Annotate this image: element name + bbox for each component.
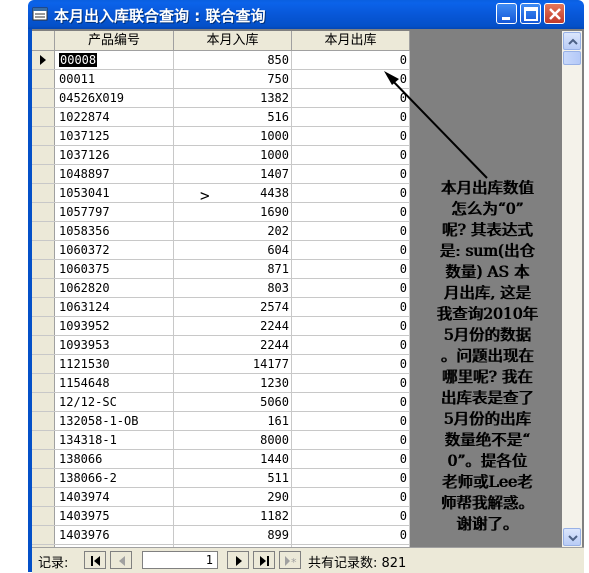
annotation-line: 月出库, 这是 [443, 284, 531, 302]
annotation-line: 呢? 其表达式 [441, 221, 533, 239]
annotation-line: 谢谢了。 [455, 515, 518, 533]
annotation-line: 老师或Lee老 [441, 473, 533, 491]
annotation-line: 0”。提各位 [447, 452, 527, 470]
annotation-line: 。问题出现在 [440, 347, 534, 365]
annotation-line: 5月份的出库 [443, 410, 531, 428]
annotation-line: 数量绝不是“ [444, 431, 530, 449]
annotation-line: 怎么为“0” [450, 200, 524, 218]
annotation-line: 本月出库数值 [440, 179, 534, 197]
annotation-line: 哪里呢? 我在 [441, 368, 533, 386]
annotation-line: 是: sum(出仓 [439, 242, 535, 260]
annotation-line: 师帮我解惑。 [440, 494, 534, 512]
annotation-line: 数量) AS 本 [444, 263, 530, 281]
annotation-line: 出库表是查了 [440, 389, 534, 407]
annotation-line: 5月份的数据 [443, 326, 531, 344]
annotation-line: 我查询2010年 [436, 305, 538, 323]
annotation-note: 本月出库数值 怎么为“0” 呢? 其表达式 是: sum(出仓 数量) AS 本月出库,… [412, 178, 562, 535]
